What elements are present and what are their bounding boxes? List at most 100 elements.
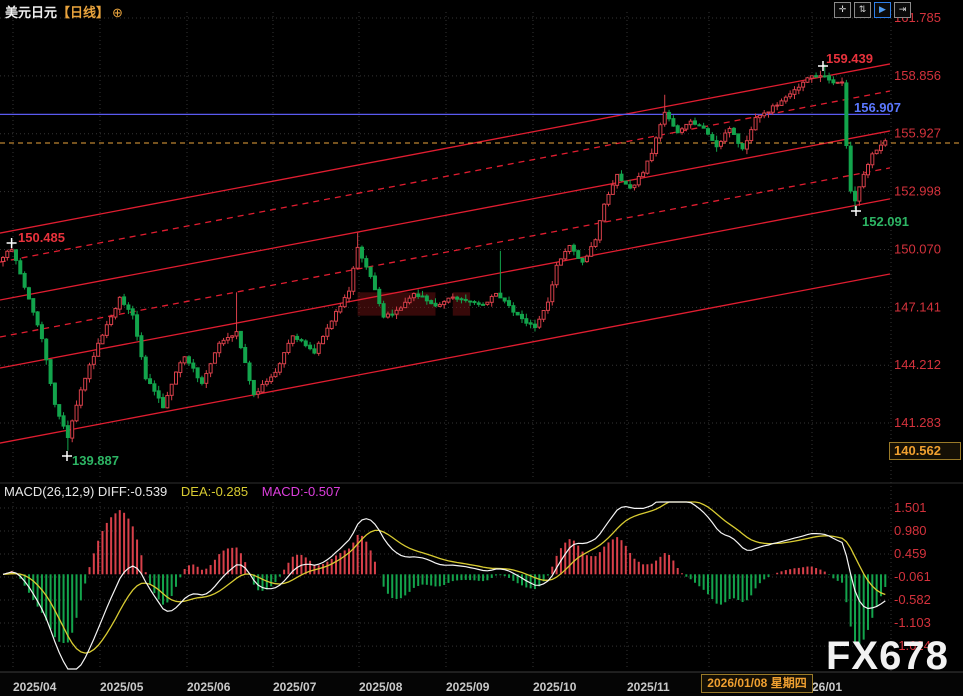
candle-body bbox=[780, 101, 783, 106]
candle-body bbox=[815, 76, 818, 77]
chart-canvas[interactable]: 161.785158.856155.927152.998150.070147.1… bbox=[0, 0, 963, 696]
candle-body bbox=[512, 306, 515, 312]
candle-body bbox=[330, 321, 333, 328]
candle-body bbox=[360, 247, 363, 258]
candle-body bbox=[123, 297, 126, 304]
candle-body bbox=[676, 126, 679, 133]
candle-body bbox=[793, 90, 796, 95]
month-tick-label: 26/01 bbox=[812, 680, 842, 694]
candle-body bbox=[832, 80, 835, 83]
month-tick-label: 2025/06 bbox=[187, 680, 231, 694]
candle-body bbox=[291, 336, 294, 344]
candle-body bbox=[421, 296, 424, 297]
macd-diff-line bbox=[3, 502, 885, 669]
macd-tick-label: 1.501 bbox=[894, 500, 927, 515]
candle-body bbox=[343, 298, 346, 307]
candle-body bbox=[460, 299, 463, 300]
candle-body bbox=[75, 405, 78, 421]
candle-body bbox=[750, 130, 753, 141]
candle-body bbox=[581, 259, 584, 263]
alert-price-label[interactable]: 156.907 bbox=[854, 100, 901, 115]
candle-body bbox=[101, 335, 104, 344]
candle-body bbox=[745, 141, 748, 149]
candle-body bbox=[404, 302, 407, 307]
candle-body bbox=[196, 368, 199, 378]
candle-body bbox=[598, 221, 601, 240]
candle-body bbox=[127, 305, 130, 309]
detach-icon[interactable]: ⇥ bbox=[894, 2, 911, 18]
candle-body bbox=[49, 360, 52, 384]
macd-legend-macd: MACD:-0.507 bbox=[262, 484, 341, 499]
candle-body bbox=[92, 356, 95, 364]
candle-body bbox=[884, 141, 887, 145]
candle-body bbox=[200, 378, 203, 384]
price-tick-label: 141.283 bbox=[894, 415, 941, 430]
scale-icon[interactable]: ⇅ bbox=[854, 2, 871, 18]
candle-body bbox=[417, 294, 420, 296]
candle-body bbox=[633, 185, 636, 188]
candle-body bbox=[226, 338, 229, 341]
candle-body bbox=[499, 293, 502, 298]
candle-body bbox=[732, 128, 735, 134]
candle-body bbox=[153, 384, 156, 391]
candle-body bbox=[529, 323, 532, 324]
candle-body bbox=[356, 247, 359, 268]
candle-body bbox=[58, 405, 61, 417]
candle-body bbox=[797, 87, 800, 90]
candle-body bbox=[309, 345, 312, 349]
candle-body bbox=[430, 301, 433, 304]
candle-body bbox=[36, 312, 39, 325]
price-tick-label: 150.070 bbox=[894, 241, 941, 256]
play-icon[interactable]: ▶ bbox=[874, 2, 891, 18]
candle-body bbox=[789, 94, 792, 97]
candle-body bbox=[205, 374, 208, 384]
symbol-title: 美元日元 bbox=[5, 5, 57, 20]
candle-body bbox=[854, 191, 857, 200]
month-tick-label: 2025/10 bbox=[533, 680, 577, 694]
candle-body bbox=[14, 250, 17, 261]
crosshair-add-icon[interactable]: ⊕ bbox=[112, 5, 123, 20]
candle-body bbox=[594, 240, 597, 247]
candle-body bbox=[326, 328, 329, 336]
candle-body bbox=[516, 312, 519, 315]
candle-body bbox=[231, 336, 234, 337]
candle-body bbox=[270, 377, 273, 382]
candle-body bbox=[222, 340, 225, 343]
candle-body bbox=[335, 311, 338, 321]
candle-body bbox=[456, 297, 459, 299]
candle-body bbox=[235, 332, 238, 336]
candle-body bbox=[339, 306, 342, 312]
candle-body bbox=[841, 82, 844, 83]
pan-icon[interactable]: ✛ bbox=[834, 2, 851, 18]
candle-body bbox=[348, 291, 351, 298]
channel-line bbox=[0, 274, 890, 443]
candle-body bbox=[858, 187, 861, 201]
price-annotation: 150.485 bbox=[18, 230, 65, 245]
candle-body bbox=[283, 353, 286, 364]
candle-body bbox=[663, 112, 666, 124]
candle-body bbox=[564, 252, 567, 259]
candle-body bbox=[434, 303, 437, 306]
supply-zone bbox=[453, 292, 470, 315]
candle-body bbox=[6, 251, 9, 257]
candle-body bbox=[175, 372, 178, 384]
crosshair-date-box: 2026/01/08 星期四 bbox=[701, 674, 813, 693]
price-annotation: 152.091 bbox=[862, 214, 909, 229]
candle-body bbox=[715, 141, 718, 147]
price-tick-label: 158.856 bbox=[894, 68, 941, 83]
candle-body bbox=[659, 125, 662, 138]
candle-body bbox=[871, 154, 874, 165]
price-tick-label: 155.927 bbox=[894, 126, 941, 141]
candle-body bbox=[170, 384, 173, 395]
candle-body bbox=[862, 174, 865, 186]
candle-body bbox=[482, 304, 485, 305]
candle-body bbox=[637, 177, 640, 185]
candle-body bbox=[546, 302, 549, 310]
month-tick-label: 2025/11 bbox=[627, 680, 670, 694]
candle-body bbox=[248, 363, 251, 381]
candle-body bbox=[300, 340, 303, 341]
candle-body bbox=[806, 78, 809, 82]
candle-body bbox=[810, 76, 813, 78]
candle-body bbox=[559, 259, 562, 265]
candle-body bbox=[365, 259, 368, 267]
